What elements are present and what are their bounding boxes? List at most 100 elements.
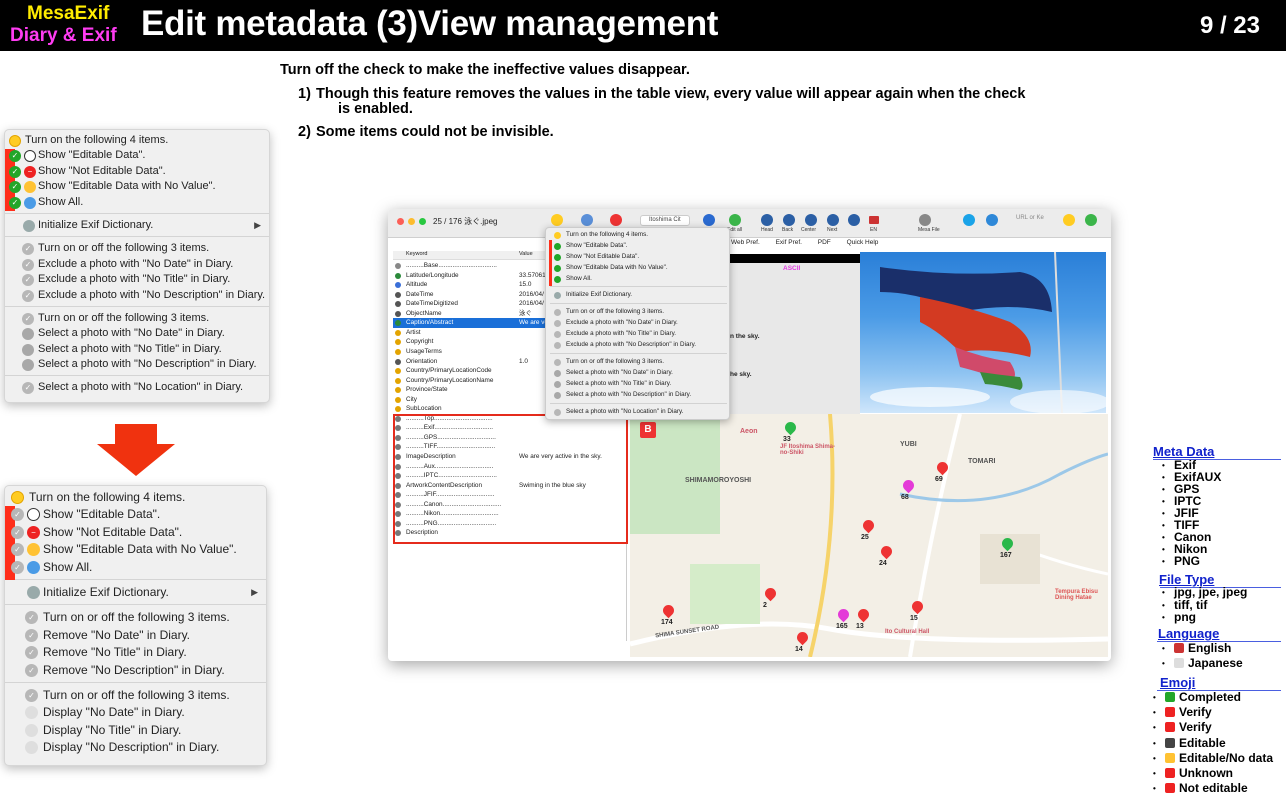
row-status-icon <box>395 387 401 394</box>
next-icon[interactable] <box>827 214 839 226</box>
menu-item-initialize[interactable]: Initialize Exif Dictionary. ▶ <box>5 218 269 233</box>
popup-menu-item[interactable]: Show "Editable Data". <box>566 242 628 249</box>
popup-menu-item[interactable]: Turn on or off the following 3 items. <box>566 308 664 315</box>
close-window-icon[interactable] <box>397 218 404 225</box>
menu-item-show-not-editable[interactable]: ✓ − Show "Not Editable Data". <box>5 524 266 541</box>
window-title: 25 / 176 泳ぐ.jpeg <box>433 217 498 226</box>
menu-item-remove-date[interactable]: ✓ Remove "No Date" in Diary. <box>5 627 266 644</box>
menu-item-exclude-description[interactable]: ✓ Exclude a photo with "No Description" … <box>5 288 269 303</box>
center-icon[interactable] <box>805 214 817 226</box>
head-icon[interactable] <box>761 214 773 226</box>
menu-separator <box>550 353 727 354</box>
popup-menu-item[interactable]: Turn on the following 4 items. <box>566 231 648 238</box>
column-keyword[interactable]: Keyword <box>406 251 427 257</box>
menu-label: Show "Not Editable Data". <box>43 524 183 539</box>
menu-item-remove-title[interactable]: ✓ Remove "No Title" in Diary. <box>5 644 266 661</box>
map-pin-label: 13 <box>856 623 864 630</box>
us-flag-icon[interactable] <box>869 216 879 224</box>
map-pin-label: 14 <box>795 646 803 653</box>
translate-icon[interactable] <box>986 214 998 226</box>
back-icon[interactable] <box>783 214 795 226</box>
emoji-icon[interactable] <box>1063 214 1075 226</box>
us-flag-icon <box>1174 643 1184 653</box>
popup-menu-item[interactable]: Show "Editable Data with No Value". <box>566 264 668 271</box>
legend-item: Japanese <box>1188 656 1243 670</box>
popup-menu-item[interactable]: Select a photo with "No Date" in Diary. <box>566 369 673 376</box>
legend-heading[interactable]: Language <box>1158 626 1219 641</box>
map-badge[interactable]: B <box>640 422 656 438</box>
menu-item-show-not-editable[interactable]: ✓ − Show "Not Editable Data". <box>5 164 269 179</box>
menu-label: Exclude a photo with "No Title" in Diary… <box>38 273 231 286</box>
page-number: 9 / 23 <box>1199 12 1260 39</box>
collision-icon <box>1165 768 1175 778</box>
popup-menu-item[interactable]: Exclude a photo with "No Title" in Diary… <box>566 330 676 337</box>
row-keyword: Caption/Abstract <box>406 319 454 327</box>
row-keyword: Artist <box>406 328 421 336</box>
mesa-file-icon[interactable] <box>919 214 931 226</box>
popup-menu-item[interactable]: Initialize Exif Dictionary. <box>566 291 632 298</box>
menu-item-select-title[interactable]: Select a photo with "No Title" in Diary. <box>5 342 269 357</box>
menu-item-display-date[interactable]: Display "No Date" in Diary. <box>5 704 266 721</box>
menu-item-display-title[interactable]: Display "No Title" in Diary. <box>5 722 266 739</box>
bullet-icon: • <box>1162 485 1165 494</box>
window-toolbar: 25 / 176 泳ぐ.jpeg Itoshima Cit Edit all H… <box>388 209 1111 238</box>
menu-item-show-editable[interactable]: ✓ Show "Editable Data". <box>5 506 266 523</box>
bullet-icon: • <box>1162 461 1165 470</box>
menu-item-exclude-title[interactable]: ✓ Exclude a photo with "No Title" in Dia… <box>5 272 269 287</box>
check-icon: ✓ <box>22 312 34 325</box>
popup-menu-item[interactable]: Exclude a photo with "No Description" in… <box>566 341 696 348</box>
menu-item-select-description[interactable]: Select a photo with "No Description" in … <box>5 357 269 372</box>
sun-icon[interactable] <box>551 214 563 226</box>
lang-label: EN <box>870 227 877 233</box>
zoom-window-icon[interactable] <box>419 218 426 225</box>
legend-item: PNG <box>1174 554 1201 568</box>
menu-item-show-editable[interactable]: ✓ Show "Editable Data". <box>5 148 269 163</box>
menu-item-initialize[interactable]: Initialize Exif Dictionary. ▶ <box>5 584 266 601</box>
url-input[interactable]: URL or Ke <box>1016 215 1061 221</box>
popup-menu-item[interactable]: Exclude a photo with "No Date" in Diary. <box>566 319 678 326</box>
map-view[interactable]: B Aeon JF Itoshima Shima-no-Shiki YUBI T… <box>630 414 1108 657</box>
quick-help-button[interactable]: Quick Help <box>847 239 879 246</box>
legend-heading[interactable]: Emoji <box>1160 675 1195 690</box>
popup-menu-item[interactable]: Select a photo with "No Description" in … <box>566 391 691 398</box>
menu-item-exclude-date[interactable]: ✓ Exclude a photo with "No Date" in Diar… <box>5 257 269 272</box>
row-keyword: City <box>406 395 418 403</box>
menu-item-show-all[interactable]: ✓ Show All. <box>5 195 269 210</box>
check-icon: ✓ <box>11 543 24 557</box>
menu-label: Display "No Title" in Diary. <box>43 722 182 737</box>
menu-item-show-editable-no-value[interactable]: ✓ Show "Editable Data with No Value". <box>5 541 266 558</box>
popup-menu-item[interactable]: Show "Not Editable Data". <box>566 253 639 260</box>
menu-item-select-date[interactable]: Select a photo with "No Date" in Diary. <box>5 326 269 341</box>
popup-menu-item[interactable]: Select a photo with "No Title" in Diary. <box>566 380 671 387</box>
menu-item-remove-description[interactable]: ✓ Remove "No Description" in Diary. <box>5 662 266 679</box>
menu-item-header-3b: ✓ Turn on or off the following 3 items. <box>5 311 269 326</box>
recycle-icon[interactable] <box>729 214 741 226</box>
last-icon[interactable] <box>848 214 860 226</box>
menu-item-show-all[interactable]: ✓ Show All. <box>5 559 266 576</box>
check-icon: ✓ <box>22 289 34 302</box>
search-input[interactable]: Itoshima Cit <box>640 215 690 226</box>
row-value: 33.57061 <box>519 271 546 279</box>
skype-icon[interactable] <box>963 214 975 226</box>
menu-label: Show All. <box>38 195 84 208</box>
location-pin-icon[interactable] <box>610 214 622 226</box>
legend-heading[interactable]: Meta Data <box>1153 444 1214 459</box>
menu-item-display-description[interactable]: Display "No Description" in Diary. <box>5 739 266 756</box>
menu-item-show-editable-no-value[interactable]: ✓ Show "Editable Data with No Value". <box>5 179 269 194</box>
popup-menu-item[interactable]: Select a photo with "No Location" in Dia… <box>566 408 683 415</box>
globe-icon[interactable] <box>703 214 715 226</box>
minimize-window-icon[interactable] <box>408 218 415 225</box>
exif-pref-button[interactable]: Exif Pref. <box>776 239 802 246</box>
pdf-button[interactable]: PDF <box>818 239 831 246</box>
menu-item-select-location[interactable]: ✓ Select a photo with "No Location" in D… <box>5 380 269 395</box>
popup-menu-item[interactable]: Show All. <box>566 275 592 282</box>
popup-menu-item[interactable]: Turn on or off the following 3 items. <box>566 358 664 365</box>
column-value[interactable]: Value <box>519 251 533 257</box>
view-icon[interactable] <box>581 214 593 226</box>
no-entry-icon: − <box>24 165 36 178</box>
back-label: Back <box>782 227 794 233</box>
web-pref-button[interactable]: Web Pref. <box>731 239 760 246</box>
b-badge-icon[interactable] <box>1085 214 1097 226</box>
bullet-icon: • <box>1162 588 1165 597</box>
menu-label: Turn on or off the following 3 items. <box>38 242 210 255</box>
